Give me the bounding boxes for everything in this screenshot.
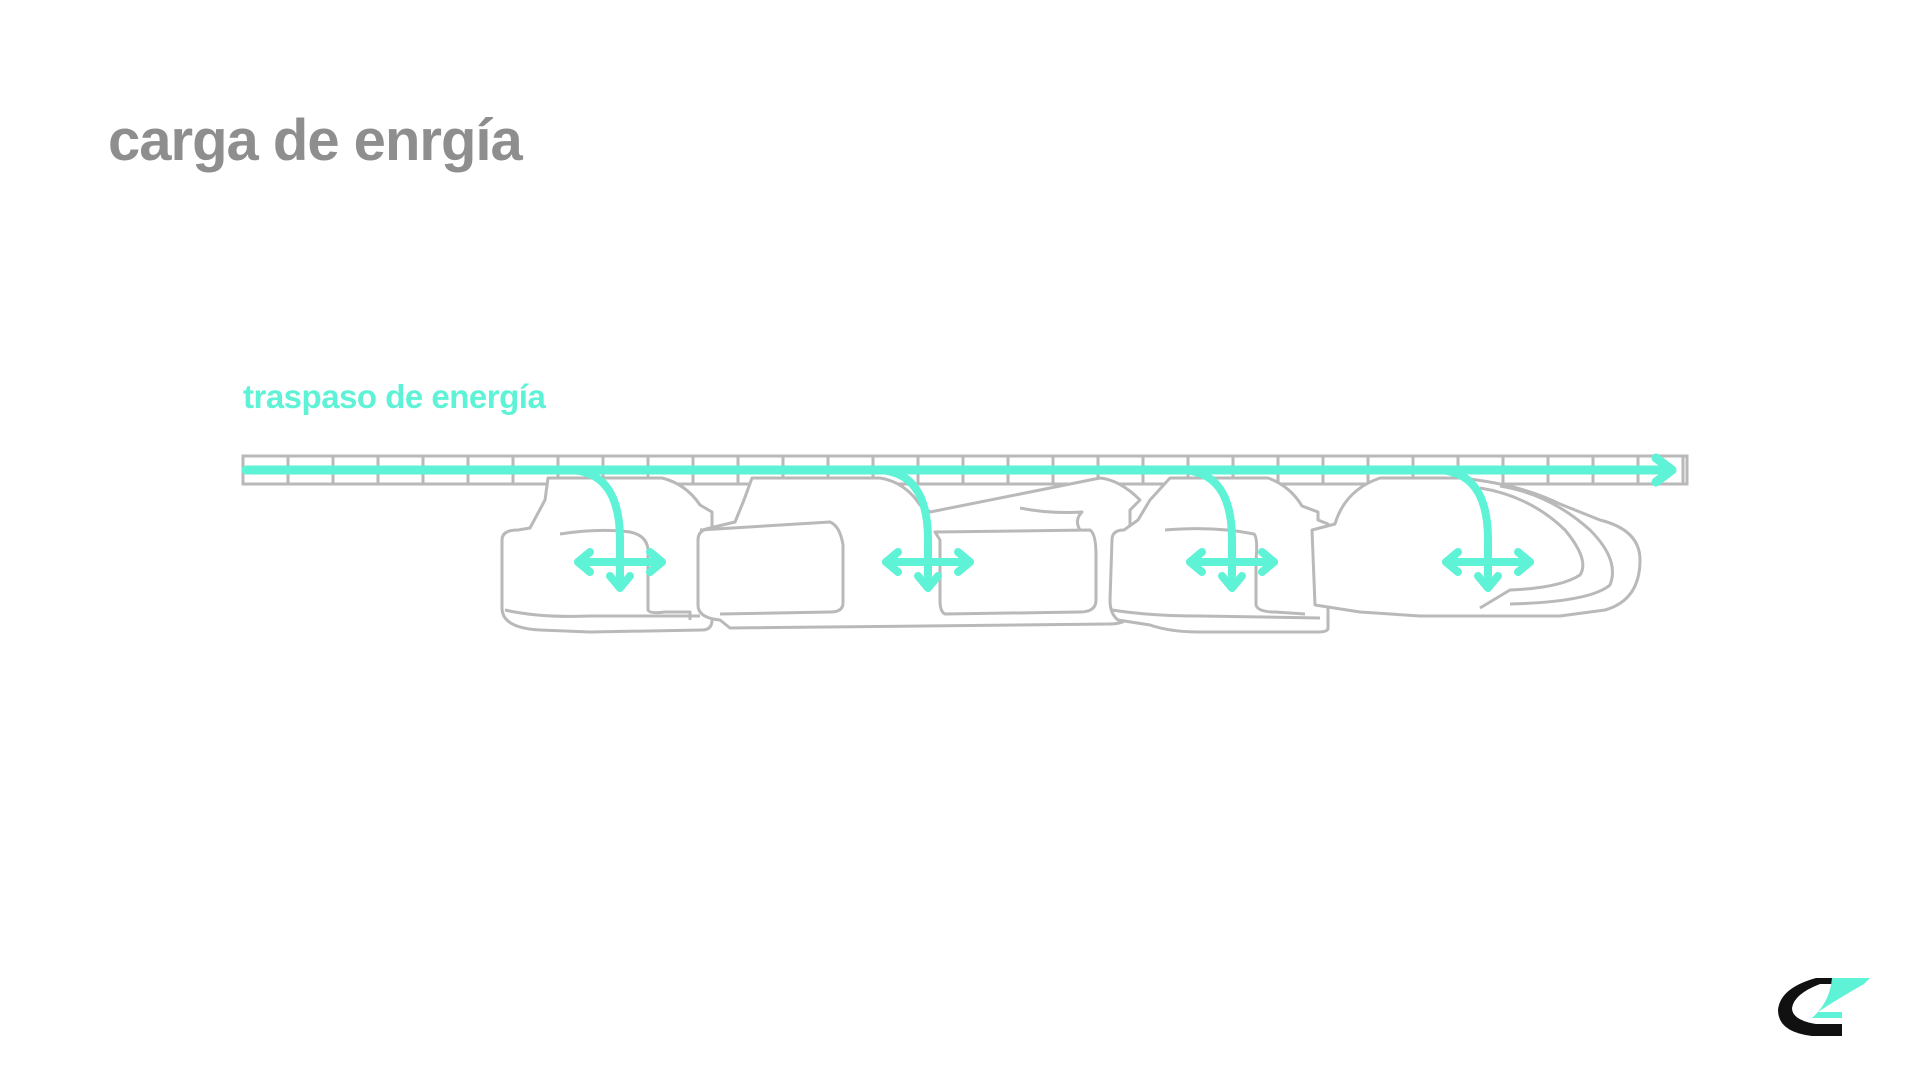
- car-outline-icon: [1108, 476, 1330, 634]
- car-outlines: [500, 476, 1642, 634]
- energy-transfer-diagram: [241, 453, 1689, 634]
- car-outline-icon: [500, 476, 714, 634]
- brand-logo-icon: [1778, 978, 1870, 1036]
